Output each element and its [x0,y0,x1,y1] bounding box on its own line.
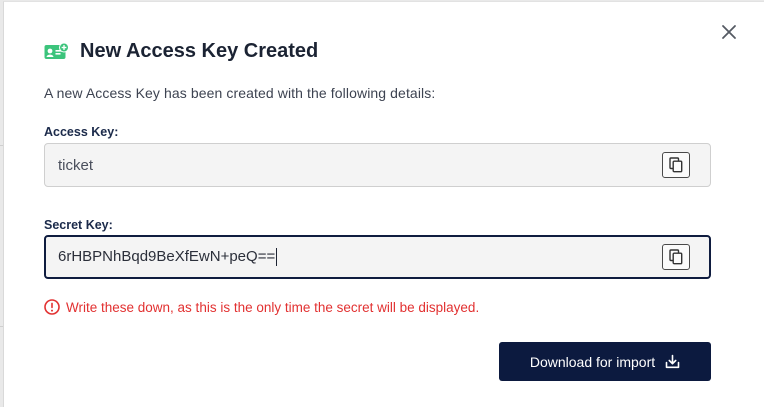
close-button[interactable] [719,22,739,42]
close-icon [722,25,736,39]
id-card-add-icon [44,42,69,59]
copy-access-key-button[interactable] [662,152,690,178]
access-key-value: ticket [58,156,94,174]
exclamation-circle-icon [44,299,60,315]
copy-icon [669,157,683,173]
warning-message: Write these down, as this is the only ti… [44,299,479,315]
copy-secret-key-button[interactable] [662,244,690,270]
access-key-dialog: New Access Key Created A new Access Key … [3,1,764,407]
access-key-field[interactable]: ticket [44,143,711,187]
dialog-title: New Access Key Created [80,39,319,62]
secret-key-value: 6rHBPNhBqd9BeXfEwN+peQ== [58,247,276,265]
text-caret [276,248,278,267]
copy-icon [669,249,683,265]
secret-key-input[interactable]: 6rHBPNhBqd9BeXfEwN+peQ== [46,247,662,267]
secret-key-field[interactable]: 6rHBPNhBqd9BeXfEwN+peQ== [44,235,711,279]
warning-text: Write these down, as this is the only ti… [66,299,480,315]
download-for-import-button[interactable]: Download for import [499,342,711,381]
download-button-label: Download for import [529,353,656,370]
access-key-label: Access Key: [44,125,119,139]
secret-key-label: Secret Key: [44,218,113,232]
download-icon [665,354,680,369]
dialog-header: New Access Key Created [44,38,318,64]
dialog-description: A new Access Key has been created with t… [44,85,436,101]
